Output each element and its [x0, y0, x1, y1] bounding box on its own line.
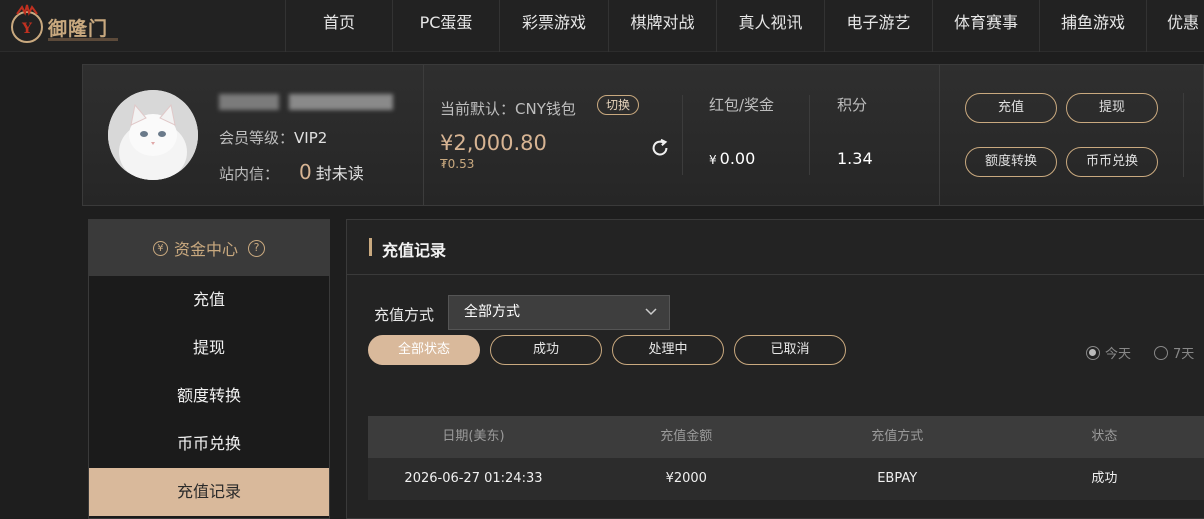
range-7days-radio[interactable]: 7天	[1154, 343, 1194, 362]
divider	[423, 65, 424, 205]
sidebar-item-withdraw[interactable]: 提现	[89, 324, 329, 372]
vip-level: 会员等级：VIP2	[219, 127, 327, 148]
nav-item-chess-cards[interactable]: 棋牌对战	[608, 0, 716, 52]
bonus-amount: 0.00	[719, 149, 756, 168]
points-label: 积分	[837, 96, 868, 114]
avatar[interactable]	[108, 90, 198, 180]
sidebar-title: 资金中心	[173, 240, 238, 259]
nav-item-sports[interactable]: 体育赛事	[932, 0, 1039, 52]
fund-center-sidebar: ¥ 资金中心 ? 充值 提现 额度转换 币币兑换 充值记录	[88, 219, 330, 519]
sidebar-header: ¥ 资金中心 ?	[89, 220, 329, 276]
nav-item-live-casino[interactable]: 真人视讯	[716, 0, 824, 52]
col-date: 日期(美东)	[442, 429, 505, 444]
method-filter-label: 充值方式	[374, 306, 435, 324]
wallet-balance: ¥2,000.80	[440, 131, 547, 155]
username-masked	[219, 94, 395, 110]
cell-date: 2026-06-27 01:24:33	[404, 471, 543, 486]
withdraw-button[interactable]: 提现	[1066, 93, 1158, 123]
title-accent-bar	[369, 238, 372, 256]
switch-wallet-button[interactable]: 切换	[597, 95, 639, 115]
panel-header: 充值记录	[347, 220, 1204, 275]
points-value: 1.34	[837, 149, 873, 168]
nav-item-home[interactable]: 首页	[285, 0, 392, 52]
method-select[interactable]: 全部方式	[448, 295, 670, 330]
nav-item-promotions[interactable]: 优惠	[1146, 0, 1204, 52]
nav-item-slots[interactable]: 电子游艺	[824, 0, 932, 52]
range-today-radio[interactable]: 今天	[1086, 343, 1131, 362]
status-filter-all[interactable]: 全部状态	[368, 335, 480, 365]
exchange-button[interactable]: 币币兑换	[1066, 147, 1158, 177]
wallet-label: 当前默认：CNY钱包	[440, 100, 576, 118]
help-icon[interactable]: ?	[248, 239, 265, 257]
bonus-value: ¥0.00	[709, 149, 755, 168]
sidebar-item-deposit-records[interactable]: 充值记录	[89, 468, 329, 516]
divider	[1183, 93, 1184, 177]
divider	[682, 95, 683, 175]
user-info-panel: 会员等级：VIP2 站内信： 0 封未读 当前默认：CNY钱包 切换 ¥2,00…	[82, 64, 1204, 206]
sidebar-item-exchange[interactable]: 币币兑换	[89, 420, 329, 468]
status-filter-cancelled[interactable]: 已取消	[734, 335, 846, 365]
main-nav: 首页 PC蛋蛋 彩票游戏 棋牌对战 真人视讯 电子游艺 体育赛事 捕鱼游戏 优惠	[285, 0, 1204, 52]
table-header: 日期(美东) 充值金额 充值方式 状态	[368, 416, 1204, 458]
bonus-label: 红包/奖金	[709, 96, 775, 114]
divider	[809, 95, 810, 175]
cell-amount: ¥2000	[665, 471, 707, 486]
range-7days-label: 7天	[1173, 347, 1195, 362]
logo-tagline	[48, 38, 118, 41]
svg-text:Y: Y	[21, 21, 33, 37]
sidebar-item-deposit[interactable]: 充值	[89, 276, 329, 324]
unread-suffix: 封未读	[315, 164, 364, 183]
chevron-down-icon	[645, 308, 657, 316]
cell-method: EBPAY	[877, 471, 918, 486]
deposit-button[interactable]: 充值	[965, 93, 1057, 123]
vip-value: VIP2	[294, 129, 328, 147]
nav-item-lottery[interactable]: 彩票游戏	[499, 0, 608, 52]
divider	[939, 65, 940, 205]
nav-item-fishing[interactable]: 捕鱼游戏	[1039, 0, 1146, 52]
sidebar-item-transfer[interactable]: 额度转换	[89, 372, 329, 420]
cat-avatar-icon	[108, 90, 198, 180]
top-navbar: Y 御隆门 首页 PC蛋蛋 彩票游戏 棋牌对战 真人视讯 电子游艺 体育赛事 捕…	[0, 0, 1204, 52]
page-title: 充值记录	[382, 241, 447, 260]
logo-emblem-icon: Y	[11, 4, 43, 43]
site-logo[interactable]: Y 御隆门	[8, 4, 118, 48]
refresh-icon[interactable]	[649, 137, 671, 159]
inbox-label: 站内信：	[219, 165, 280, 183]
col-method: 充值方式	[871, 429, 924, 444]
records-table: 日期(美东) 充值金额 充值方式 状态 2026-06-27 01:24:33 …	[368, 416, 1204, 500]
inbox-status[interactable]: 站内信： 0 封未读	[219, 160, 364, 184]
status-filter-processing[interactable]: 处理中	[612, 335, 724, 365]
nav-item-pc-egg[interactable]: PC蛋蛋	[392, 0, 499, 52]
col-status: 状态	[1091, 429, 1118, 444]
table-row[interactable]: 2026-06-27 01:24:33 ¥2000 EBPAY 成功	[368, 458, 1204, 500]
method-select-value: 全部方式	[464, 304, 520, 320]
vip-label: 会员等级：	[219, 129, 295, 147]
usdt-balance: ₮0.53	[440, 157, 475, 171]
radio-dot	[1154, 345, 1168, 360]
col-amount: 充值金额	[660, 429, 713, 444]
transfer-button[interactable]: 额度转换	[965, 147, 1057, 177]
range-today-label: 今天	[1105, 347, 1132, 362]
yuan-icon: ¥	[152, 240, 168, 256]
deposit-records-panel: 充值记录 充值方式 全部方式 全部状态 成功 处理中 已取消 今天 7天 日期(…	[346, 219, 1204, 519]
unread-count: 0	[299, 160, 312, 184]
logo-text: 御隆门	[48, 18, 109, 40]
status-filter-success[interactable]: 成功	[490, 335, 602, 365]
cell-status: 成功	[1091, 471, 1118, 486]
radio-dot	[1086, 345, 1100, 360]
currency-symbol: ¥	[709, 153, 717, 167]
